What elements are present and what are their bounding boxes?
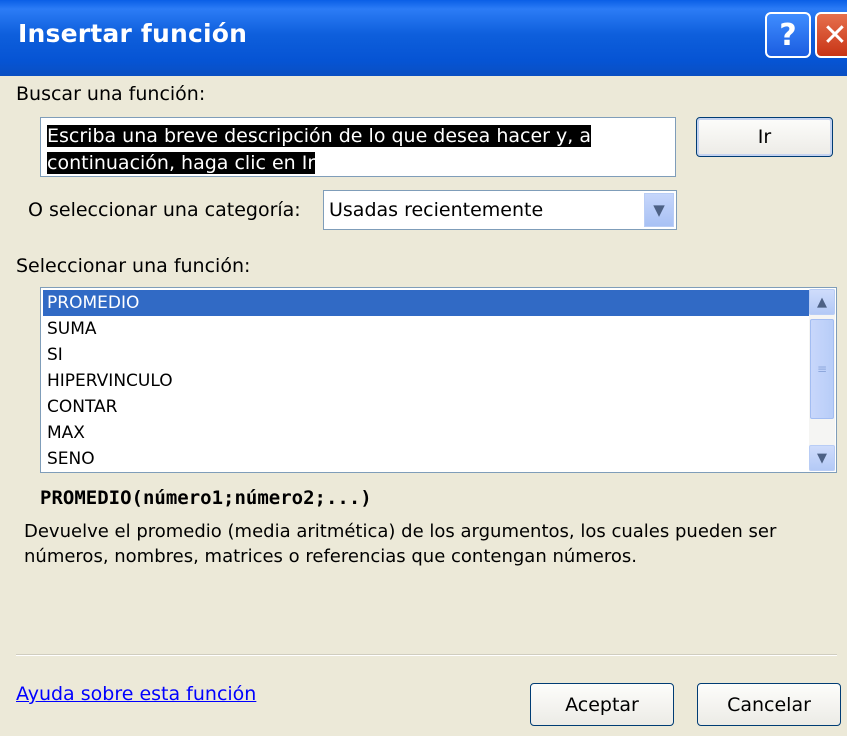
- close-icon[interactable]: ✕: [815, 12, 847, 58]
- category-selected-value: Usadas recientemente: [329, 199, 544, 221]
- chevron-up-icon[interactable]: ▲: [809, 289, 835, 315]
- category-label: O seleccionar una categoría:: [28, 199, 301, 221]
- category-select[interactable]: Usadas recientemente ▼: [323, 190, 677, 230]
- search-label: Buscar una función:: [16, 83, 206, 105]
- function-list[interactable]: PROMEDIO SUMA SI HIPERVINCULO CONTAR MAX…: [40, 287, 837, 473]
- title-bar[interactable]: Insertar función ? ✕: [0, 0, 847, 76]
- function-description: Devuelve el promedio (media aritmética) …: [24, 521, 777, 567]
- help-icon[interactable]: ?: [765, 12, 811, 58]
- insert-function-dialog: Insertar función ? ✕ Buscar una función:…: [0, 0, 847, 736]
- list-item[interactable]: HIPERVINCULO: [43, 368, 809, 394]
- list-item[interactable]: PROMEDIO: [43, 290, 809, 316]
- function-list-label: Seleccionar una función:: [16, 255, 251, 277]
- ok-button[interactable]: Aceptar: [530, 683, 674, 726]
- list-item[interactable]: SUMA: [43, 316, 809, 342]
- scrollbar-thumb[interactable]: ≡: [810, 319, 834, 419]
- cancel-button[interactable]: Cancelar: [697, 683, 841, 726]
- list-scrollbar[interactable]: ▲ ≡ ▼: [809, 289, 835, 471]
- chevron-down-icon[interactable]: ▼: [809, 445, 835, 471]
- list-item[interactable]: SI: [43, 342, 809, 368]
- divider: [16, 654, 837, 656]
- list-item[interactable]: SENO: [43, 446, 809, 472]
- function-signature: PROMEDIO(número1;número2;...): [40, 487, 372, 509]
- function-help-link[interactable]: Ayuda sobre esta función: [16, 683, 256, 705]
- search-input[interactable]: Escriba una breve descripción de lo que …: [40, 117, 676, 177]
- search-input-text: Escriba una breve descripción de lo que …: [47, 125, 591, 174]
- list-item[interactable]: MAX: [43, 420, 809, 446]
- go-button[interactable]: Ir: [696, 117, 833, 157]
- list-item[interactable]: CONTAR: [43, 394, 809, 420]
- chevron-down-icon[interactable]: ▼: [644, 193, 674, 227]
- dialog-title: Insertar función: [18, 19, 248, 48]
